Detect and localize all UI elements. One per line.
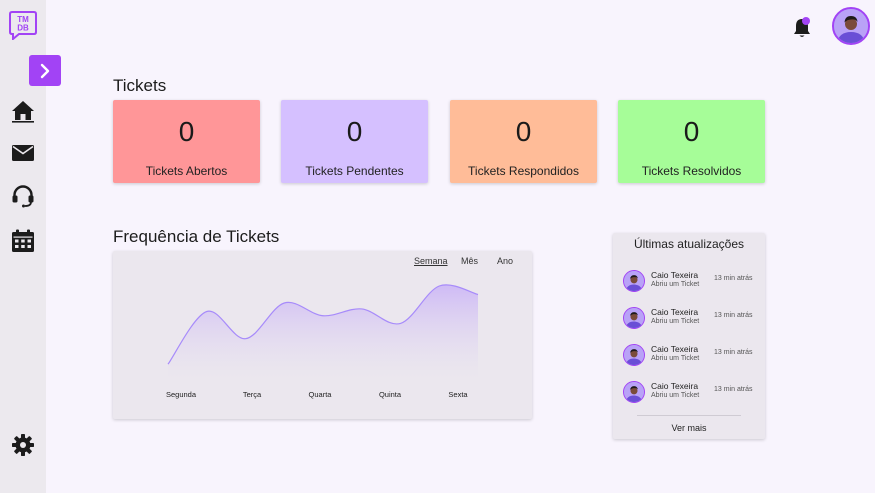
card-value: 0	[346, 116, 363, 147]
update-action: Abriu um Ticket	[651, 281, 700, 288]
tickets-title: Tickets	[113, 76, 167, 95]
update-time: 13 min atrás	[714, 312, 753, 319]
update-avatar	[623, 307, 645, 329]
chart-canvas: Segunda Terça Quarta Quinta Sexta	[166, 284, 479, 399]
user-avatar[interactable]	[832, 7, 870, 45]
update-time: 13 min atrás	[714, 386, 753, 393]
update-avatar	[623, 344, 645, 366]
card-value: 0	[515, 116, 532, 147]
x-tick-label: Terça	[243, 390, 262, 399]
svg-text:DB: DB	[17, 24, 29, 33]
card-value: 0	[683, 116, 700, 147]
x-tick-label: Quarta	[309, 390, 333, 399]
x-tick-label: Quinta	[379, 390, 402, 399]
expand-sidebar-button[interactable]	[29, 55, 61, 86]
update-item[interactable]: Caio Texeira Abriu um Ticket 13 min atrá…	[623, 379, 755, 405]
card-tickets-respondidos[interactable]: 0 Tickets Respondidos	[450, 100, 597, 183]
headset-icon[interactable]	[11, 184, 35, 208]
update-user-name: Caio Texeira	[651, 307, 699, 317]
home-icon[interactable]	[11, 99, 35, 123]
frequency-title: Frequência de Tickets	[113, 227, 280, 246]
x-tick-label: Segunda	[166, 390, 197, 399]
divider	[637, 415, 741, 416]
card-label: Tickets Pendentes	[305, 164, 404, 178]
card-tickets-abertos[interactable]: 0 Tickets Abertos	[113, 100, 260, 183]
update-action: Abriu um Ticket	[651, 355, 700, 362]
update-item[interactable]: Caio Texeira Abriu um Ticket 13 min atrá…	[623, 342, 755, 368]
x-tick-label: Sexta	[448, 390, 468, 399]
gear-icon[interactable]	[11, 433, 35, 457]
update-item[interactable]: Caio Texeira Abriu um Ticket 13 min atrá…	[623, 305, 755, 331]
chart-area-fill	[168, 284, 478, 379]
calendar-icon[interactable]	[11, 229, 35, 253]
chevron-right-icon	[40, 63, 50, 78]
update-user-name: Caio Texeira	[651, 270, 699, 280]
updates-panel: Últimas atualizações Caio Texeira Abriu …	[613, 233, 765, 439]
update-time: 13 min atrás	[714, 349, 753, 356]
mail-icon[interactable]	[11, 141, 35, 165]
updates-title: Últimas atualizações	[633, 237, 745, 251]
update-user-name: Caio Texeira	[651, 344, 699, 354]
card-label: Tickets Respondidos	[468, 164, 579, 178]
update-avatar	[623, 381, 645, 403]
card-tickets-pendentes[interactable]: 0 Tickets Pendentes	[281, 100, 428, 183]
card-label: Tickets Resolvidos	[641, 164, 742, 178]
update-item[interactable]: Caio Texeira Abriu um Ticket 13 min atrá…	[623, 268, 755, 294]
app-logo[interactable]: TM DB	[9, 10, 37, 42]
update-user-name: Caio Texeira	[651, 381, 699, 391]
update-action: Abriu um Ticket	[651, 392, 700, 399]
update-avatar	[623, 270, 645, 292]
card-tickets-resolvidos[interactable]: 0 Tickets Resolvidos	[618, 100, 765, 183]
see-more-link[interactable]: Ver mais	[613, 423, 765, 433]
update-time: 13 min atrás	[714, 275, 753, 282]
x-axis-labels: Segunda Terça Quarta Quinta Sexta	[166, 390, 468, 399]
update-action: Abriu um Ticket	[651, 318, 700, 325]
notification-badge	[802, 17, 810, 25]
card-value: 0	[178, 116, 195, 147]
card-label: Tickets Abertos	[145, 164, 228, 178]
frequency-chart: Semana Mês Ano Segunda Terça Quarta Quinta S…	[113, 251, 532, 419]
